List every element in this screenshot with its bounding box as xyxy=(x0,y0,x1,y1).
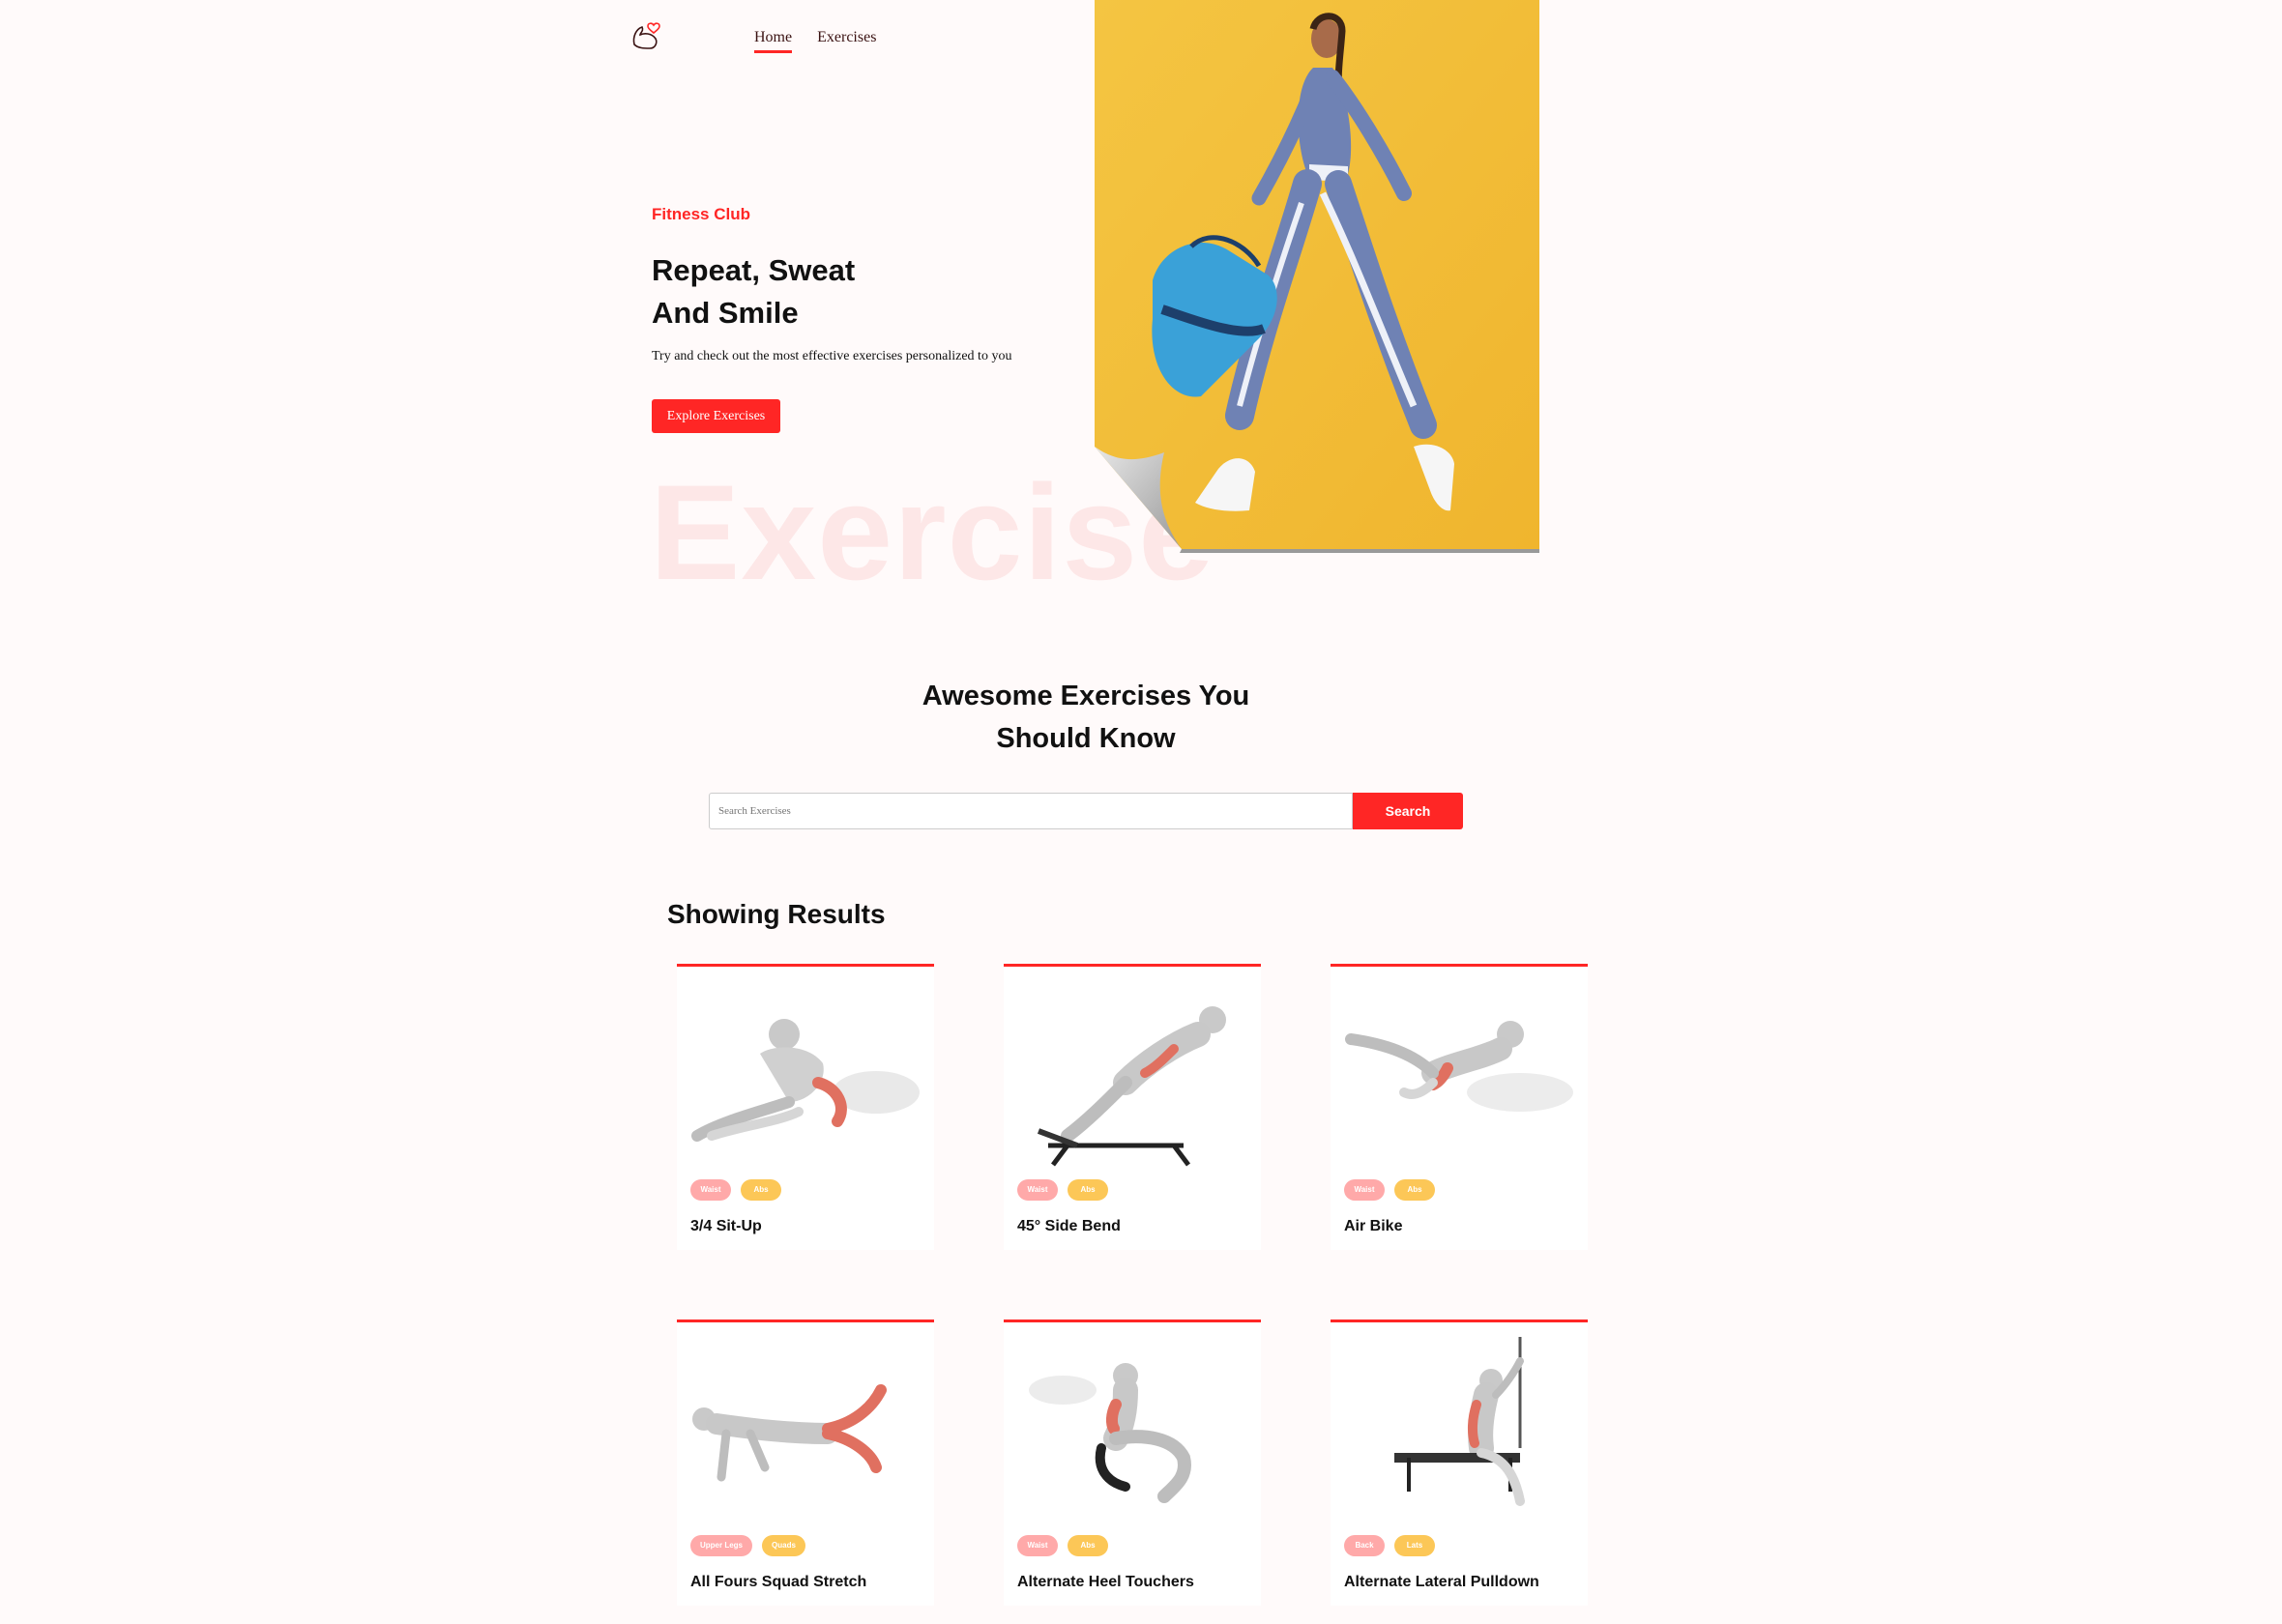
exercise-name: 45° Side Bend xyxy=(1017,1218,1121,1234)
body-part-tag[interactable]: Waist xyxy=(1017,1535,1058,1556)
exercise-image xyxy=(1394,1337,1525,1506)
exercise-name: Alternate Heel Touchers xyxy=(1017,1574,1194,1590)
search-title-line1: Awesome Exercises You xyxy=(922,681,1250,711)
body-part-tag[interactable]: Waist xyxy=(1017,1179,1058,1201)
body-part-tag[interactable]: Waist xyxy=(690,1179,731,1201)
results-title: Showing Results xyxy=(667,899,886,929)
exercise-image xyxy=(1029,1363,1191,1503)
hero-banner-image xyxy=(1095,0,1539,553)
tag-group: Waist Abs xyxy=(1017,1535,1108,1556)
tag-group: Waist Abs xyxy=(1017,1179,1108,1201)
exercise-card[interactable]: Waist Abs 45° Side Bend xyxy=(1004,964,1261,1250)
exercise-name: 3/4 Sit-Up xyxy=(690,1218,762,1234)
hero-subtitle: Try and check out the most effective exe… xyxy=(652,349,1012,363)
nav-exercises-link[interactable]: Exercises xyxy=(817,29,876,53)
exercise-card[interactable]: Back Lats Alternate Lateral Pulldown xyxy=(1331,1320,1588,1606)
hero-kicker: Fitness Club xyxy=(652,205,751,223)
target-tag[interactable]: Abs xyxy=(1068,1179,1108,1201)
exercise-card[interactable]: Waist Abs Air Bike xyxy=(1331,964,1588,1250)
exercise-name: Alternate Lateral Pulldown xyxy=(1344,1574,1539,1590)
body-part-tag[interactable]: Back xyxy=(1344,1535,1385,1556)
exercise-image xyxy=(1037,1006,1226,1167)
exercise-image xyxy=(691,1019,920,1142)
tag-group: Waist Abs xyxy=(690,1179,781,1201)
exercise-card[interactable]: Waist Abs 3/4 Sit-Up xyxy=(677,964,934,1250)
exercise-name: All Fours Squad Stretch xyxy=(690,1574,867,1590)
tag-group: Waist Abs xyxy=(1344,1179,1435,1201)
nav-home-link[interactable]: Home xyxy=(754,29,793,53)
exercise-image xyxy=(1345,1021,1573,1112)
body-part-tag[interactable]: Waist xyxy=(1344,1179,1385,1201)
hero-title-line2: And Smile xyxy=(652,296,799,330)
search-input[interactable] xyxy=(709,793,1353,829)
target-tag[interactable]: Lats xyxy=(1394,1535,1435,1556)
exercise-card[interactable]: Waist Abs Alternate Heel Touchers xyxy=(1004,1320,1261,1606)
body-part-tag[interactable]: Upper Legs xyxy=(690,1535,753,1556)
exercise-name: Air Bike xyxy=(1344,1218,1403,1234)
target-tag[interactable]: Abs xyxy=(741,1179,781,1201)
hero-title: Repeat, Sweat And Smile xyxy=(652,249,855,334)
search-button[interactable]: Search xyxy=(1353,793,1463,829)
tag-group: Upper Legs Quads xyxy=(690,1535,805,1556)
logo-icon[interactable] xyxy=(629,17,667,56)
exercise-image xyxy=(692,1384,887,1482)
exercise-card[interactable]: Upper Legs Quads All Fours Squad Stretch xyxy=(677,1320,934,1606)
explore-exercises-button[interactable]: Explore Exercises xyxy=(652,399,780,433)
tag-group: Back Lats xyxy=(1344,1535,1435,1556)
target-tag[interactable]: Quads xyxy=(762,1535,805,1556)
target-tag[interactable]: Abs xyxy=(1068,1535,1108,1556)
search-title-line2: Should Know xyxy=(996,723,1176,754)
hero-title-line1: Repeat, Sweat xyxy=(652,253,856,287)
target-tag[interactable]: Abs xyxy=(1394,1179,1435,1201)
main-nav: Home Exercises xyxy=(754,29,876,53)
search-section-title: Awesome Exercises You Should Know xyxy=(0,675,2172,760)
